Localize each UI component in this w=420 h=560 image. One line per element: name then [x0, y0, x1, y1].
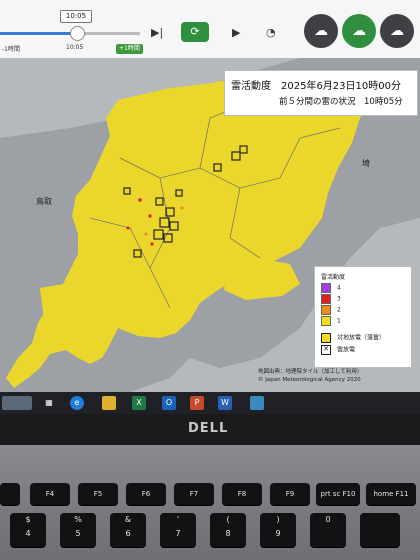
legend-level-4: 4	[321, 283, 341, 293]
key-7[interactable]: ' 7	[160, 513, 196, 547]
thunder-cloud-icon[interactable]: ☁	[304, 14, 338, 48]
key-9[interactable]: ) 9	[260, 513, 296, 547]
thunder-cloud-icon[interactable]: ☁	[380, 14, 414, 48]
place-label-tottori: 鳥取	[36, 196, 52, 206]
key-esc[interactable]	[0, 483, 20, 505]
legend-header: 雷活動度	[321, 274, 346, 281]
key-f9[interactable]: F9	[270, 483, 310, 505]
key-f4[interactable]: F4	[30, 483, 70, 505]
weather-widget-icon[interactable]	[2, 396, 32, 410]
legend-ground-strike: 対地放電（落雷）	[321, 333, 385, 343]
time-indicator: 10:05	[60, 10, 92, 23]
laptop-keyboard: F4 F5 F6 F7 F8 F9 prt sc F10 home F11 $4…	[0, 445, 420, 560]
legend-level-2: 2	[321, 305, 341, 315]
key-0[interactable]: 0	[310, 513, 346, 547]
key-6[interactable]: & 6	[110, 513, 146, 547]
powerpoint-icon[interactable]: P	[190, 396, 204, 410]
key-f6[interactable]: F6	[126, 483, 166, 505]
edge-icon[interactable]: e	[70, 396, 84, 410]
activity-legend: 雷活動度 4 3 2 1 対地放電（落雷） ✕ 雲放電	[314, 266, 412, 368]
excel-icon[interactable]: X	[132, 396, 146, 410]
key-f10[interactable]: prt sc F10	[316, 483, 360, 505]
map-credit: 地図出典：地理院タイル（加工して利用） © Japan Meteorologic…	[258, 368, 362, 384]
credit-copyright: © Japan Meteorological Agency 2020	[258, 377, 361, 383]
map-title: 雷活動度 2025年6月23日10時00分	[231, 81, 401, 92]
windows-taskbar: ▦ e X O P W	[0, 392, 420, 414]
key-minus[interactable]	[360, 513, 400, 547]
credit-source: 地図出典：地理院タイル（加工して利用）	[258, 369, 363, 375]
timeline-start-label: -1時間	[2, 46, 20, 53]
legend-level-3: 3	[321, 294, 341, 304]
timeline-progress	[0, 32, 76, 35]
key-f5[interactable]: F5	[78, 483, 118, 505]
task-view-icon[interactable]: ▦	[42, 396, 56, 410]
thunder-cloud-icon[interactable]: ☁	[342, 14, 376, 48]
place-label-saitama: 埼	[362, 158, 370, 168]
map-title-box: 雷活動度 2025年6月23日10時00分 前５分間の雷の状況 10時05分	[224, 70, 418, 116]
key-f8[interactable]: F8	[222, 483, 262, 505]
map-toolbar: 10:05 -1時間 10:05 +1時間 ▶| ⟳ ▶ ◔ ☁ ☁ ☁	[0, 0, 420, 59]
timeline-mid-label: 10:05	[66, 44, 84, 51]
key-8[interactable]: (8	[210, 513, 246, 547]
word-icon[interactable]: W	[218, 396, 232, 410]
plus-hour-button[interactable]: +1時間	[116, 44, 143, 54]
legend-cloud-strike: ✕ 雲放電	[321, 345, 355, 355]
app-icon[interactable]	[250, 396, 264, 410]
key-4[interactable]: $4	[10, 513, 46, 547]
legend-level-1: 1	[321, 316, 341, 326]
play-icon[interactable]: ▶	[232, 26, 240, 40]
dell-logo: DELL	[188, 421, 229, 436]
screen: 10:05 -1時間 10:05 +1時間 ▶| ⟳ ▶ ◔ ☁ ☁ ☁ 鳥取 …	[0, 0, 420, 392]
photo: 10:05 -1時間 10:05 +1時間 ▶| ⟳ ▶ ◔ ☁ ☁ ☁ 鳥取 …	[0, 0, 420, 560]
outlook-icon[interactable]: O	[162, 396, 176, 410]
key-5[interactable]: % 5	[60, 513, 96, 547]
map-subtitle: 前５分間の雷の状況 10時05分	[279, 97, 403, 107]
speedometer-icon[interactable]: ◔	[266, 26, 276, 40]
key-f11[interactable]: home F11	[366, 483, 416, 505]
key-f7[interactable]: F7	[174, 483, 214, 505]
folder-icon[interactable]	[102, 396, 116, 410]
refresh-icon[interactable]: ⟳	[181, 22, 209, 42]
timeline-handle[interactable]	[70, 26, 85, 41]
step-forward-icon[interactable]: ▶|	[151, 26, 163, 40]
